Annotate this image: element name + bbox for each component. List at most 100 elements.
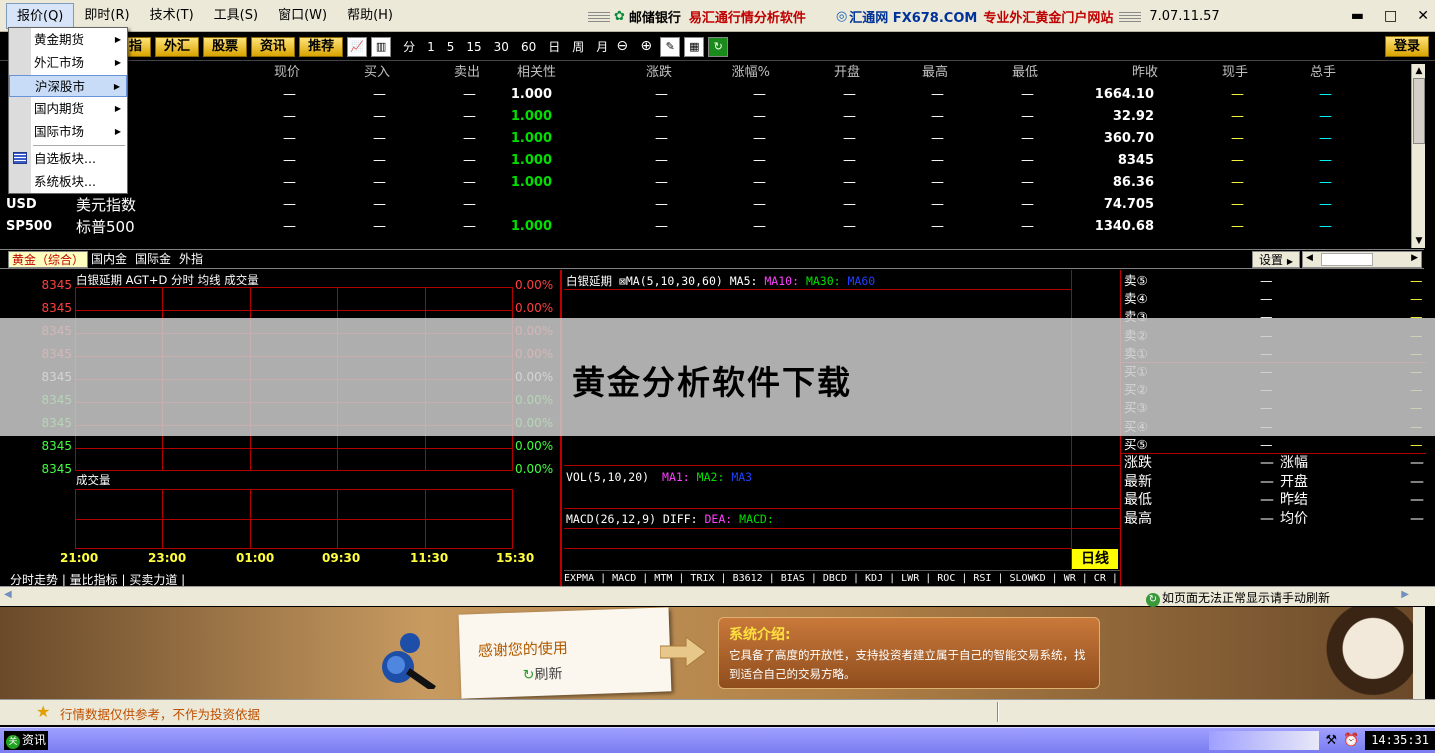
grid-icon[interactable]: ▦ [684,36,705,57]
ad-banner[interactable]: 感谢您的使用 ↻刷新 系统介绍: 它具备了高度的开放性，支持投资者建立属于自己的… [0,607,1413,699]
login-button[interactable]: 登录 [1384,36,1429,57]
scroll-up-icon[interactable]: ▲ [1412,64,1426,78]
refresh-hint[interactable]: ↻ 如页面无法正常显示请手动刷新 [1146,589,1330,607]
stat-label: 昨结 [1280,492,1308,508]
indicator-bar[interactable]: EXPMA | MACD | MTM | TRIX | B3612 | BIAS… [564,570,1120,586]
quote-row[interactable]: 银———1.000—————32.92—— [0,106,1410,128]
scroll-right-icon[interactable]: ▶ [1401,589,1409,600]
menu-quote[interactable]: 报价(Q) [6,2,75,29]
col-header[interactable]: 总手 [1276,62,1336,84]
banner-scrollbar[interactable] [1413,607,1425,699]
col-header[interactable]: 涨幅% [710,62,770,84]
period-30[interactable]: 30 [494,40,509,54]
col-header[interactable]: 卖出 [420,62,480,84]
menu-realtime[interactable]: 即时(R) [74,3,139,29]
col-header[interactable]: 买入 [330,62,390,84]
close-icon[interactable]: ✕ [1417,8,1429,24]
quote-cell: — [655,153,668,168]
menu-window[interactable]: 窗口(W) [268,3,337,29]
quote-scrollbar[interactable]: ▲ ▼ [1411,64,1425,248]
menu-tools[interactable]: 工具(S) [204,3,268,29]
col-header[interactable]: 现手 [1188,62,1248,84]
quote-code: SP500 [6,219,53,234]
quote-row[interactable]: 金———1.000—————1664.10—— [0,84,1410,106]
quote-row[interactable]: USD 美元指数 — — — — — — — — 74.705 — — [0,194,1410,216]
stat-value: — [1410,473,1424,490]
quote-row[interactable]: 期———1.000—————8345—— [0,150,1410,172]
menu-help[interactable]: 帮助(H) [337,3,403,29]
zoom-in-icon[interactable]: ⊕ [636,36,657,57]
forex-button[interactable]: 外汇 [155,36,200,57]
quote-cell: — [753,109,766,124]
tools-icon[interactable]: ⚒ [1323,733,1339,749]
zoom-out-icon[interactable]: ⊖ [612,36,633,57]
dropdown-item[interactable]: 沪深股市 ▶ [9,75,127,97]
quote-row[interactable]: 期———1.000—————360.70—— [0,128,1410,150]
orderbook-row[interactable]: 买⑤ — — [1124,436,1424,454]
dropdown-item[interactable]: 黄金期货 ▶ [9,29,127,51]
menu-technical[interactable]: 技术(T) [140,3,204,29]
tab-scrollbar[interactable]: ◀ ▶ [1302,251,1422,268]
quote-cell: — [931,197,944,212]
scroll-left-icon[interactable]: ◀ [1306,253,1313,263]
stat-row: 最高 — 均价 — [1124,510,1424,528]
period-minute[interactable]: 分 [403,38,415,55]
recommend-button[interactable]: 推荐 [299,36,344,57]
col-header[interactable]: 昨收 [1098,62,1158,84]
minimize-icon[interactable]: ▬ [1351,8,1364,24]
dropdown-item[interactable]: 国际市场 ▶ [9,121,127,143]
news-task-button[interactable]: 关资讯 [4,731,49,750]
grid-line [162,489,163,549]
dropdown-item[interactable]: 国内期货 ▶ [9,98,127,120]
stat-row: 涨跌 — 涨幅 — [1124,454,1424,472]
col-header[interactable]: 相关性 [496,62,556,84]
settings-button[interactable]: 设置 ▶ [1252,251,1300,268]
quote-cell: — [753,219,766,234]
period-day[interactable]: 日 [548,38,560,55]
tab-gold-composite[interactable]: 黄金（综合） [8,251,89,268]
daily-button[interactable]: 日线 [1072,549,1118,569]
grid-line [337,489,338,549]
stocks-button[interactable]: 股票 [203,36,248,57]
quote-row[interactable]: SP500 标普500 — — — 1.000 — — — — — 1340.68 — — [0,216,1410,238]
line-chart-icon[interactable]: 📈 [347,36,368,57]
dropdown-item[interactable]: 系统板块... [9,171,127,193]
scroll-thumb[interactable] [1321,253,1373,266]
grid-line [75,519,513,520]
scroll-left-icon[interactable]: ◀ [4,589,12,600]
quote-cell: — [843,87,856,102]
tab-intl-gold[interactable]: 国际金 [132,251,174,268]
period-week[interactable]: 周 [572,38,584,55]
period-15[interactable]: 15 [466,40,481,54]
banner-refresh-link[interactable]: ↻刷新 [522,663,562,684]
period-1[interactable]: 1 [427,40,435,54]
tray-fade [1209,731,1320,750]
news-button[interactable]: 资讯 [251,36,296,57]
period-month[interactable]: 月 [596,38,608,55]
pen-icon[interactable]: ✎ [660,36,681,57]
quote-cell: — [1021,175,1034,190]
col-header[interactable]: 最低 [978,62,1038,84]
maximize-icon[interactable]: □ [1384,8,1397,24]
col-header[interactable]: 开盘 [800,62,860,84]
vol-ma1: MA1: [662,470,690,484]
scroll-thumb[interactable] [1413,78,1425,144]
scroll-down-icon[interactable]: ▼ [1412,234,1426,248]
candle-chart-icon[interactable]: ▥ [371,36,392,57]
tab-domestic-gold[interactable]: 国内金 [88,251,130,268]
refresh-icon[interactable]: ↻ [708,36,729,57]
col-header[interactable]: 现价 [240,62,300,84]
col-header[interactable]: 涨跌 [612,62,672,84]
tab-foreign-index[interactable]: 外指 [176,251,206,268]
col-header[interactable]: 最高 [888,62,948,84]
orderbook-row[interactable]: 卖④ — — [1124,290,1424,308]
period-60[interactable]: 60 [521,40,536,54]
dropdown-item[interactable]: 外汇市场 ▶ [9,52,127,74]
orderbook-row[interactable]: 卖⑤ — — [1124,272,1424,290]
quote-row[interactable]: 连续———1.000—————86.36—— [0,172,1410,194]
dropdown-item[interactable]: 自选板块... [9,148,127,170]
period-5[interactable]: 5 [447,40,455,54]
quote-cell: — [655,87,668,102]
alarm-icon[interactable]: ⏰ [1343,733,1359,749]
scroll-right-icon[interactable]: ▶ [1411,253,1418,263]
